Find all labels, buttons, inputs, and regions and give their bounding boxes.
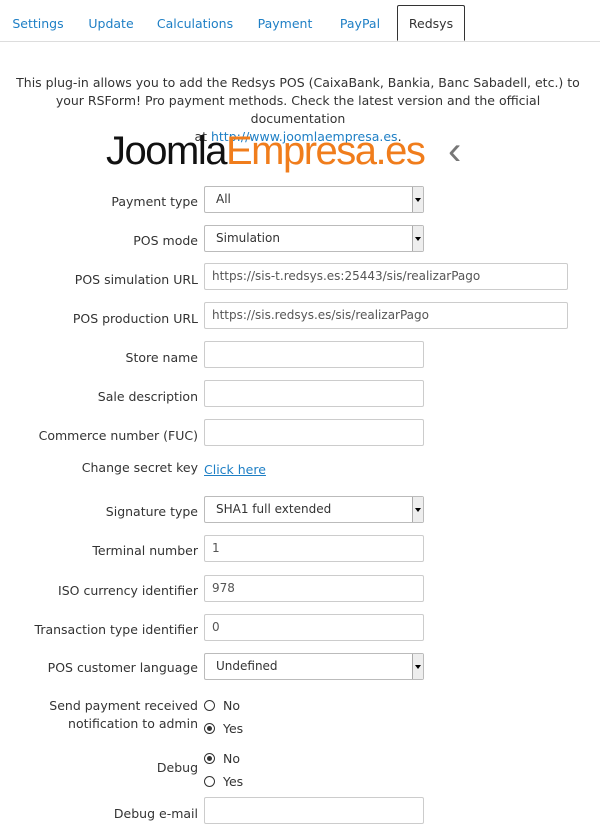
- payment-type-select[interactable]: All: [204, 186, 424, 213]
- send-notification-no-radio[interactable]: No: [204, 698, 240, 714]
- logo-empresa: Empresa: [225, 129, 377, 173]
- pos-language-select[interactable]: Undefined: [204, 653, 424, 680]
- radio-label: Yes: [223, 721, 244, 736]
- pos-mode-select[interactable]: Simulation: [204, 225, 424, 252]
- pos-production-url-input[interactable]: https://sis.redsys.es/sis/realizarPago: [204, 302, 568, 329]
- change-secret-key-label: Change secret key: [81, 460, 198, 475]
- store-name-label: Store name: [125, 350, 198, 365]
- tab-update[interactable]: Update: [80, 6, 142, 39]
- chevron-down-icon: [412, 226, 423, 251]
- store-name-input[interactable]: [204, 341, 424, 368]
- radio-label: No: [223, 698, 240, 713]
- tab-calculations[interactable]: Calculations: [150, 6, 240, 39]
- debug-email-label: Debug e-mail: [113, 806, 198, 821]
- sale-description-input[interactable]: [204, 380, 424, 407]
- change-secret-key-link[interactable]: Click here: [204, 462, 266, 477]
- chevron-down-icon: [412, 497, 423, 522]
- logo-tld: .es: [375, 129, 426, 173]
- send-notification-label-2: notification to admin: [68, 716, 198, 731]
- pos-simulation-url-label: POS simulation URL: [74, 272, 198, 287]
- debug-yes-radio[interactable]: Yes: [204, 774, 243, 790]
- radio-label: No: [223, 751, 240, 766]
- pos-language-value: Undefined: [216, 659, 278, 673]
- chevron-down-icon: [412, 654, 423, 679]
- payment-type-label: Payment type: [111, 194, 198, 209]
- commerce-number-label: Commerce number (FUC): [38, 428, 198, 443]
- sale-description-label: Sale description: [97, 389, 198, 404]
- pos-simulation-url-input[interactable]: https://sis-t.redsys.es:25443/sis/realiz…: [204, 263, 568, 290]
- tab-bar: Settings Update Calculations Payment Pay…: [0, 0, 600, 42]
- send-notification-yes-radio[interactable]: Yes: [204, 721, 243, 737]
- tab-redsys[interactable]: Redsys: [397, 5, 465, 41]
- description-line-2: your RSForm! Pro payment methods. Check …: [55, 93, 541, 126]
- chevron-left-icon: ‹: [448, 129, 461, 173]
- payment-type-value: All: [216, 192, 231, 206]
- description-line-1: This plug-in allows you to add the Redsy…: [16, 75, 580, 90]
- radio-checked-icon: [204, 723, 215, 734]
- tab-settings[interactable]: Settings: [6, 6, 70, 39]
- tab-payment[interactable]: Payment: [248, 6, 322, 39]
- chevron-down-icon: [412, 187, 423, 212]
- pos-production-url-label: POS production URL: [72, 311, 198, 326]
- signature-type-select[interactable]: SHA1 full extended: [204, 496, 424, 523]
- debug-no-radio[interactable]: No: [204, 751, 240, 767]
- iso-currency-input[interactable]: 978: [204, 575, 424, 602]
- pos-language-label: POS customer language: [47, 660, 198, 675]
- radio-unchecked-icon: [204, 700, 215, 711]
- radio-checked-icon: [204, 753, 215, 764]
- signature-type-label: Signature type: [105, 504, 198, 519]
- debug-email-input[interactable]: [204, 797, 424, 824]
- pos-mode-value: Simulation: [216, 231, 280, 245]
- logo-joomla: Joomla: [106, 129, 227, 173]
- pos-mode-label: POS mode: [133, 233, 198, 248]
- iso-currency-label: ISO currency identifier: [58, 583, 198, 598]
- radio-label: Yes: [223, 774, 244, 789]
- send-notification-label-1: Send payment received: [49, 698, 198, 713]
- joomlaempresa-logo[interactable]: JoomlaEmpresa.es ‹: [106, 126, 461, 176]
- terminal-number-input[interactable]: 1: [204, 535, 424, 562]
- radio-unchecked-icon: [204, 776, 215, 787]
- tab-paypal[interactable]: PayPal: [328, 6, 392, 39]
- signature-type-value: SHA1 full extended: [216, 502, 332, 516]
- terminal-number-label: Terminal number: [92, 543, 198, 558]
- transaction-type-input[interactable]: 0: [204, 614, 424, 641]
- commerce-number-input[interactable]: [204, 419, 424, 446]
- transaction-type-label: Transaction type identifier: [34, 622, 198, 637]
- debug-label: Debug: [156, 760, 198, 775]
